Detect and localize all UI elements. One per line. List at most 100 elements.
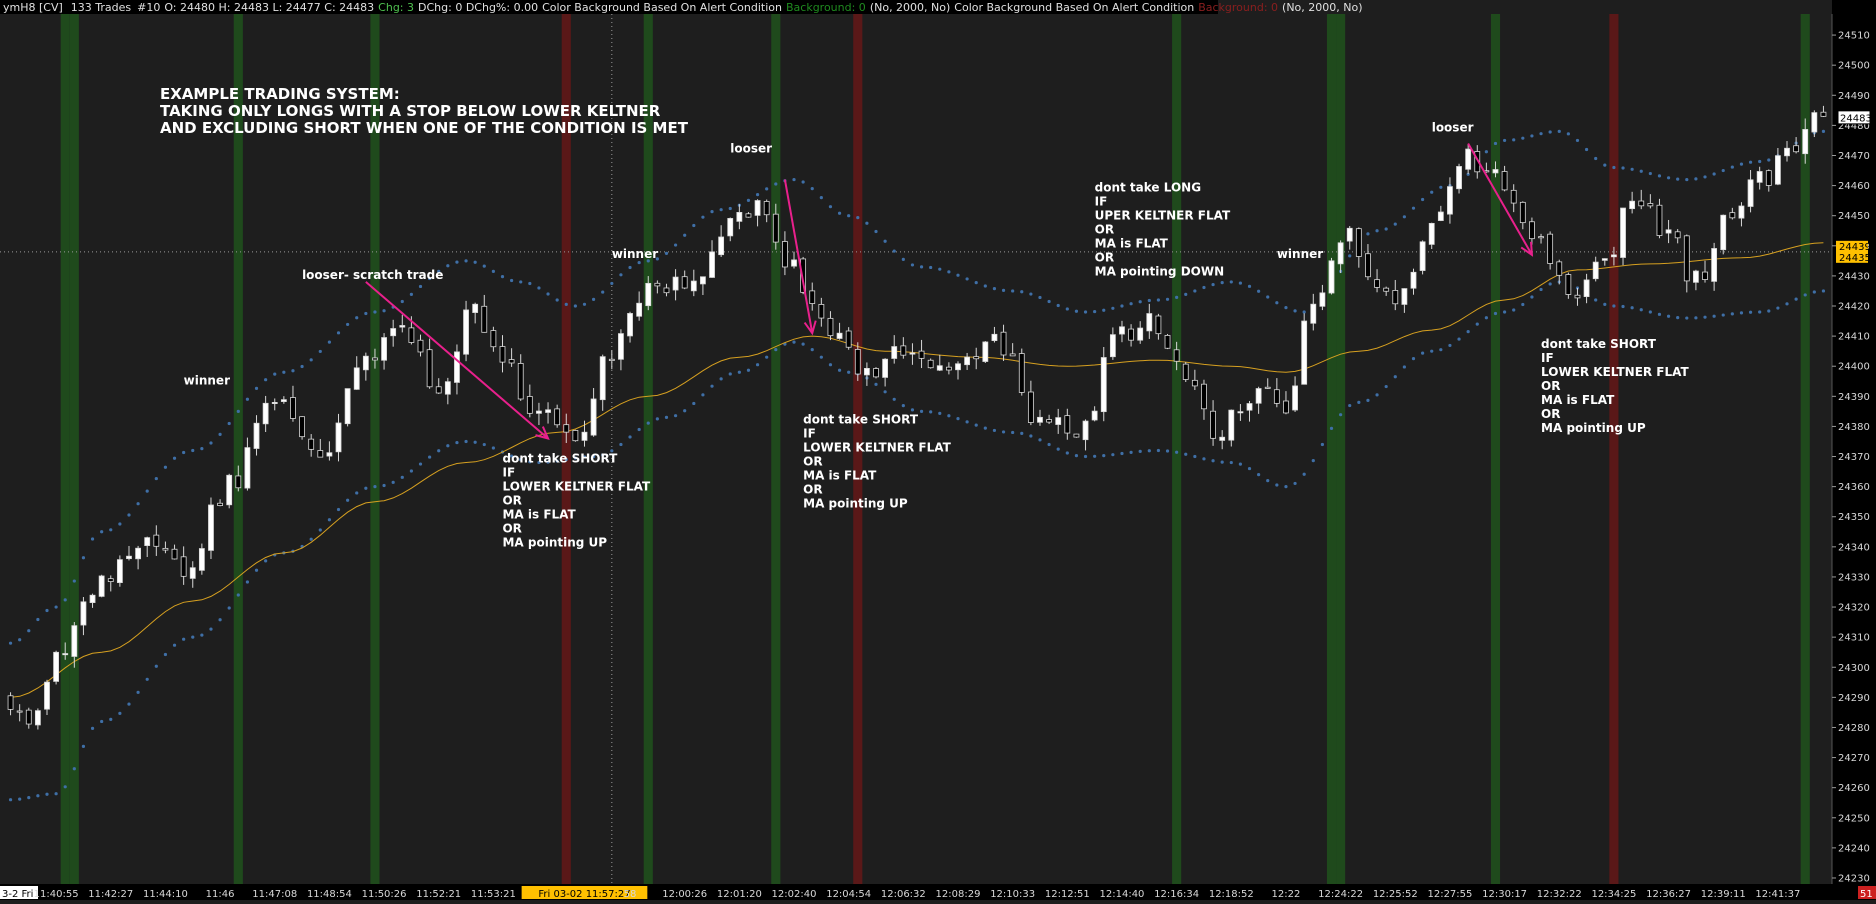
candle-up: [189, 567, 196, 579]
chart-title-line: AND EXCLUDING SHORT WHEN ONE OF THE COND…: [160, 119, 689, 137]
candle-up: [672, 276, 679, 291]
keltner-lower-dot: [1685, 316, 1689, 320]
price-tick-label: 24270: [1838, 753, 1870, 764]
candle-up: [454, 351, 460, 383]
keltner-lower-dot: [1767, 309, 1771, 313]
keltner-upper-dot: [1220, 281, 1224, 285]
price-axis[interactable]: [1832, 0, 1876, 900]
keltner-upper-dot: [1521, 136, 1525, 140]
keltner-lower-dot: [1493, 311, 1498, 316]
keltner-lower-dot: [956, 417, 960, 421]
keltner-lower-dot: [938, 411, 942, 415]
keltner-upper-dot: [910, 263, 915, 267]
chart-window[interactable]: winner looser- scratch trade winner looser w…: [0, 0, 1876, 900]
keltner-lower-dot: [1548, 282, 1552, 286]
annotation-winner-3: winner: [1277, 247, 1323, 261]
price-tick-label: 24350: [1838, 512, 1870, 523]
keltner-upper-dot: [1612, 165, 1616, 170]
keltner-lower-dot: [1238, 462, 1243, 466]
keltner-upper-dot: [1375, 229, 1379, 233]
keltner-upper-dot: [1156, 298, 1161, 302]
annotation-line: MA is FLAT: [803, 468, 877, 482]
candle-up: [71, 625, 78, 657]
annotation-line: IF: [1541, 351, 1554, 365]
keltner-upper-dot: [1603, 163, 1607, 167]
keltner-upper-dot: [610, 281, 614, 286]
keltner-upper-dot: [865, 221, 869, 225]
keltner-lower-dot: [437, 449, 441, 453]
keltner-lower-dot: [1311, 459, 1315, 463]
candle-down: [217, 502, 223, 506]
keltner-upper-dot: [45, 608, 49, 613]
keltner-lower-dot: [491, 446, 495, 450]
keltner-lower-dot: [118, 711, 122, 715]
keltner-upper-dot: [1530, 134, 1534, 138]
keltner-upper-dot: [1730, 165, 1734, 169]
annotation-line: MA pointing UP: [502, 536, 607, 550]
candle-up: [1137, 327, 1144, 341]
candle-up: [1119, 326, 1125, 335]
keltner-upper-dot: [929, 265, 933, 270]
keltner-lower-dot: [318, 528, 322, 532]
keltner-upper-dot: [36, 617, 40, 622]
candle-up: [1774, 155, 1781, 185]
keltner-upper-dot: [446, 264, 450, 268]
candle-down: [180, 556, 187, 577]
keltner-lower-dot: [327, 518, 332, 522]
candle-up: [982, 341, 989, 362]
candle-down: [1374, 279, 1380, 288]
keltner-upper-dot: [200, 446, 204, 451]
annotation-line: OR: [502, 494, 521, 508]
candle-up: [1100, 357, 1107, 413]
keltner-lower-dot: [883, 390, 887, 394]
candle-up: [1109, 334, 1116, 358]
keltner-lower-dot: [1712, 314, 1716, 318]
keltner-lower-dot: [719, 377, 723, 381]
keltner-lower-dot: [391, 480, 395, 484]
annotation-line: OR: [1095, 223, 1114, 237]
price-tick-label: 24260: [1838, 783, 1870, 794]
candle-down: [1683, 235, 1690, 282]
keltner-upper-dot: [819, 196, 823, 200]
keltner-lower-dot: [819, 355, 823, 359]
keltner-lower-dot: [1776, 306, 1780, 310]
keltner-lower-dot: [45, 792, 49, 796]
keltner-upper-dot: [582, 302, 587, 306]
keltner-lower-dot: [1339, 413, 1343, 417]
time-tick-label: 3-2 Fri: [2, 889, 33, 900]
keltner-lower-dot: [1093, 454, 1097, 458]
price-tick-label: 24410: [1838, 332, 1870, 343]
keltner-lower-dot: [1357, 400, 1361, 404]
annotation-looser-scratch: looser- scratch trade: [302, 268, 443, 282]
keltner-lower-dot: [874, 382, 878, 386]
candle-up: [754, 200, 761, 216]
candle-down: [517, 363, 524, 400]
keltner-upper-dot: [172, 456, 177, 460]
candle-down: [508, 359, 515, 364]
keltner-upper-dot: [1065, 307, 1069, 311]
candle-down: [1392, 290, 1399, 305]
candle-up: [390, 328, 397, 337]
candle-down: [153, 534, 160, 547]
price-tick-label: 24370: [1838, 452, 1870, 463]
time-tick-label: 12:41:37: [1755, 889, 1800, 900]
candle-up: [1802, 129, 1809, 155]
keltner-upper-dot: [1502, 138, 1507, 143]
keltner-lower-dot: [1521, 302, 1525, 307]
keltner-lower-dot: [1293, 481, 1297, 486]
keltner-upper-dot: [1557, 129, 1561, 134]
keltner-upper-dot: [555, 298, 559, 302]
keltner-lower-dot: [191, 635, 195, 639]
candle-down: [745, 213, 752, 218]
keltner-upper-dot: [755, 193, 760, 197]
candle-up: [1592, 261, 1599, 280]
time-tick-label: 12:36:27: [1646, 889, 1691, 900]
candlestick-chart[interactable]: winner looser- scratch trade winner looser w…: [0, 0, 1876, 900]
candle-up: [545, 409, 551, 413]
keltner-upper-dot: [218, 432, 222, 436]
candle-down: [299, 416, 305, 438]
keltner-lower-dot: [992, 428, 997, 433]
keltner-upper-dot: [710, 210, 714, 214]
keltner-lower-dot: [1748, 310, 1753, 314]
keltner-upper-dot: [1229, 280, 1233, 284]
